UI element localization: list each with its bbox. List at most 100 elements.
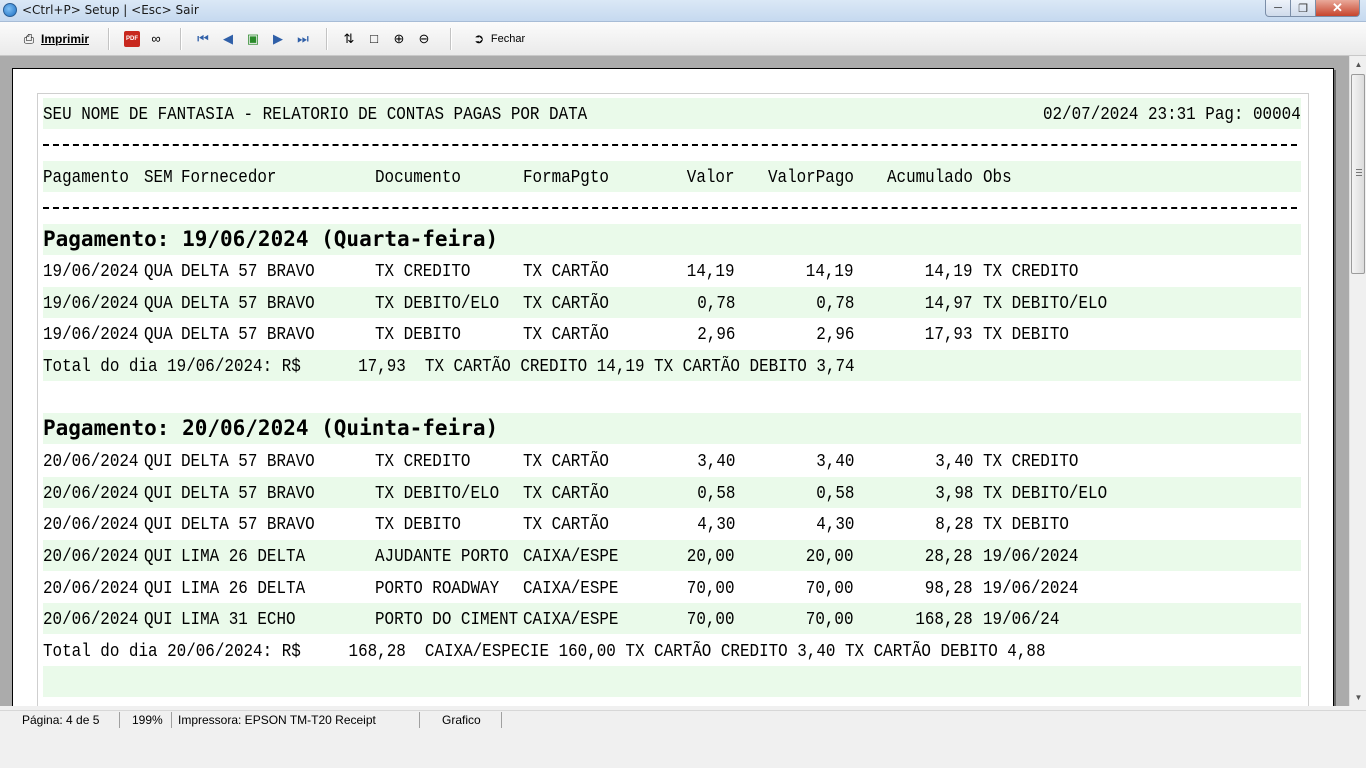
- pdf-icon: PDF: [124, 31, 140, 47]
- cell-supplier: DELTA 57 BRAVO: [181, 261, 315, 282]
- exit-door-icon: ➲: [473, 31, 485, 46]
- status-mode: Grafico: [424, 712, 502, 728]
- cell-date: 20/06/2024: [43, 578, 139, 599]
- scroll-up-icon: ▲: [1354, 60, 1363, 69]
- zoom-in-button[interactable]: ⊕: [389, 28, 409, 50]
- cell-accumulated: 168,28: [915, 609, 973, 630]
- scroll-up-button[interactable]: ▲: [1350, 56, 1366, 73]
- toolbar-separator: [108, 28, 110, 50]
- cell-payment-method: TX CARTÃO: [523, 451, 609, 472]
- cell-obs: 19/06/2024: [983, 578, 1079, 599]
- grip-line: [1356, 175, 1362, 176]
- cell-paid: 70,00: [806, 609, 854, 630]
- cell-document: TX CREDITO: [375, 261, 471, 282]
- day-heading: Pagamento: 20/06/2024 (Quinta-feira): [43, 413, 1301, 444]
- cell-document: PORTO DO CIMENT: [375, 609, 519, 630]
- cell-weekday: QUI: [144, 483, 173, 504]
- cell-value: 4,30: [696, 514, 735, 535]
- goto-page-button[interactable]: ▣: [243, 28, 263, 50]
- table-row: 19/06/2024 QUA DELTA 57 BRAVO TX CREDITO…: [43, 255, 1301, 286]
- prev-page-button[interactable]: ◀: [218, 28, 238, 50]
- column-header: ValorPago: [768, 167, 854, 188]
- column-header: Documento: [375, 167, 461, 188]
- cell-supplier: LIMA 26 DELTA: [181, 578, 306, 599]
- cell-value: 3,40: [696, 451, 735, 472]
- cell-weekday: QUI: [144, 451, 173, 472]
- cell-date: 20/06/2024: [43, 609, 139, 630]
- whole-page-button[interactable]: □: [364, 28, 384, 50]
- cell-paid: 3,40: [815, 451, 854, 472]
- cell-date: 20/06/2024: [43, 514, 139, 535]
- cell-weekday: QUA: [144, 261, 173, 282]
- zoom-out-button[interactable]: ⊖: [414, 28, 434, 50]
- report-title: SEU NOME DE FANTASIA - RELATORIO DE CONT…: [43, 104, 588, 125]
- cell-value: 0,58: [696, 483, 735, 504]
- last-page-button[interactable]: ⏭: [293, 28, 313, 50]
- close-window-button[interactable]: ✕: [1316, 0, 1360, 17]
- grip-line: [1356, 172, 1362, 173]
- cell-obs: 19/06/24: [983, 609, 1060, 630]
- cell-document: PORTO ROADWAY: [375, 578, 500, 599]
- column-header: SEM: [144, 167, 173, 188]
- cell-date: 20/06/2024: [43, 451, 139, 472]
- cell-obs: TX DEBITO: [983, 324, 1069, 345]
- binoculars-icon: ∞: [151, 31, 161, 46]
- last-page-icon: ⏭: [297, 31, 309, 46]
- separator-line: [43, 129, 1301, 160]
- next-page-button[interactable]: ▶: [268, 28, 288, 50]
- cell-paid: 4,30: [815, 514, 854, 535]
- close-label: Fechar: [490, 33, 526, 45]
- scroll-down-button[interactable]: ▼: [1350, 689, 1366, 706]
- column-header: Acumulado: [887, 167, 973, 188]
- status-printer: Impressora: EPSON TM-T20 Receipt: [174, 712, 420, 728]
- title-bar: <Ctrl+P> Setup | <Esc> Sair ─ ❐ ✕: [0, 0, 1366, 22]
- cell-accumulated: 3,98: [934, 483, 973, 504]
- find-button[interactable]: ∞: [146, 28, 166, 50]
- column-header: Obs: [983, 167, 1012, 188]
- day-heading: Pagamento: 19/06/2024 (Quarta-feira): [43, 224, 1301, 255]
- next-page-icon: ▶: [273, 31, 283, 46]
- status-bar: Página: 4 de 5 199% Impressora: EPSON TM…: [0, 710, 1366, 729]
- cell-supplier: DELTA 57 BRAVO: [181, 324, 315, 345]
- cell-supplier: DELTA 57 BRAVO: [181, 451, 315, 472]
- cell-date: 20/06/2024: [43, 546, 139, 567]
- cell-obs: TX CREDITO: [983, 261, 1079, 282]
- column-headers: Pagamento SEM Fornecedor Documento Forma…: [43, 161, 1301, 192]
- page-width-button[interactable]: ⇅: [339, 28, 359, 50]
- scroll-down-icon: ▼: [1354, 693, 1363, 702]
- cell-supplier: DELTA 57 BRAVO: [181, 293, 315, 314]
- first-page-button[interactable]: ⏮: [193, 28, 213, 50]
- cell-weekday: QUI: [144, 578, 173, 599]
- cell-value: 20,00: [687, 546, 735, 567]
- export-pdf-button[interactable]: PDF: [122, 28, 142, 50]
- cell-value: 0,78: [696, 293, 735, 314]
- cell-date: 20/06/2024: [43, 483, 139, 504]
- zoom-out-icon: ⊖: [418, 31, 430, 46]
- grip-line: [1356, 169, 1362, 170]
- print-button[interactable]: ⎙ Imprimir: [16, 28, 94, 50]
- column-header: Valor: [687, 167, 735, 188]
- cell-payment-method: CAIXA/ESPE: [523, 546, 619, 567]
- day-total: Total do dia 20/06/2024: R$ 168,28 CAIXA…: [43, 635, 1301, 666]
- cell-payment-method: CAIXA/ESPE: [523, 578, 619, 599]
- report-page: SEU NOME DE FANTASIA - RELATORIO DE CONT…: [12, 68, 1334, 706]
- cell-document: TX DEBITO: [375, 514, 461, 535]
- cell-weekday: QUI: [144, 546, 173, 567]
- scroll-thumb[interactable]: [1351, 74, 1365, 274]
- minimize-button[interactable]: ─: [1265, 0, 1291, 17]
- close-button[interactable]: ➲ Fechar: [466, 28, 530, 50]
- maximize-button[interactable]: ❐: [1291, 0, 1316, 17]
- cell-accumulated: 3,40: [934, 451, 973, 472]
- cell-document: TX DEBITO/ELO: [375, 293, 500, 314]
- restore-icon: ❐: [1298, 2, 1308, 15]
- cell-payment-method: TX CARTÃO: [523, 293, 609, 314]
- toolbar-separator: [180, 28, 182, 50]
- cell-document: TX CREDITO: [375, 451, 471, 472]
- vertical-scrollbar[interactable]: ▲ ▼: [1349, 56, 1366, 706]
- cell-supplier: DELTA 57 BRAVO: [181, 483, 315, 504]
- table-row: 20/06/2024 QUI DELTA 57 BRAVO TX DEBITO …: [43, 508, 1301, 539]
- table-row: 19/06/2024 QUA DELTA 57 BRAVO TX DEBITO …: [43, 318, 1301, 349]
- first-page-icon: ⏮: [197, 31, 209, 46]
- cell-supplier: DELTA 57 BRAVO: [181, 514, 315, 535]
- cell-supplier: LIMA 26 DELTA: [181, 546, 306, 567]
